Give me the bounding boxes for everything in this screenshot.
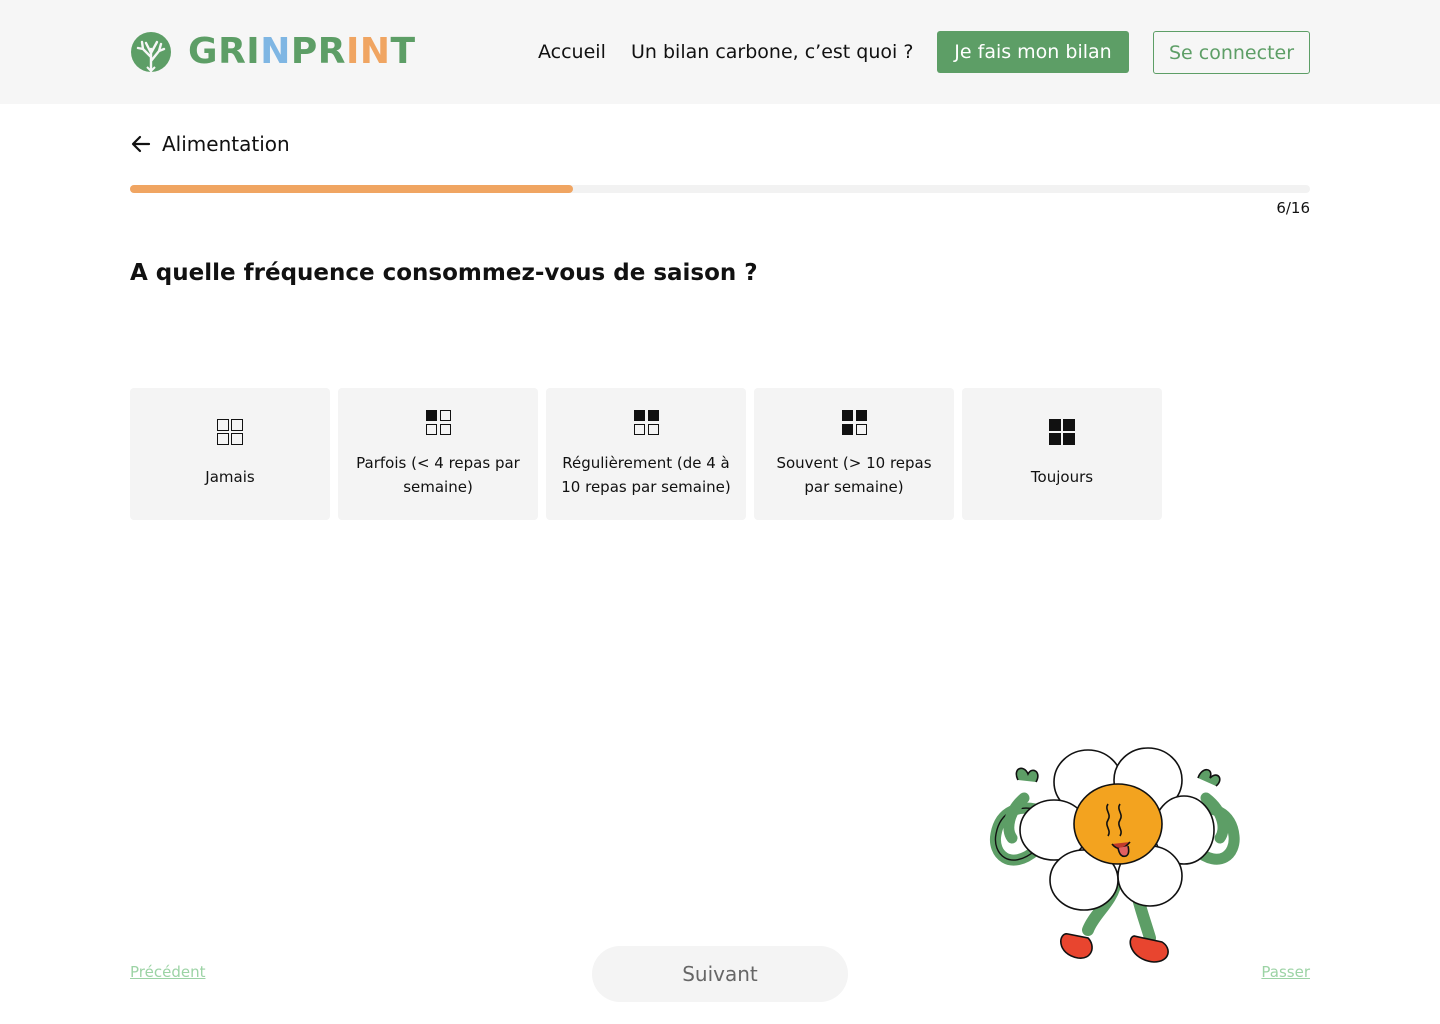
- answer-options: Jamais Parfois (< 4 repas par semaine) Rég…: [130, 388, 1162, 520]
- arrow-left-icon: [131, 135, 151, 153]
- progress-bar-fill: [130, 185, 573, 193]
- start-assessment-button[interactable]: Je fais mon bilan: [937, 31, 1129, 73]
- answer-option-label: Jamais: [205, 468, 255, 486]
- brand-letter: I: [345, 31, 360, 72]
- brand-letter: G: [188, 31, 219, 72]
- grid-quarter-icon: [425, 409, 451, 435]
- tree-leaf-icon: [131, 32, 171, 73]
- brand-letter: T: [390, 31, 416, 72]
- answer-option-1[interactable]: Parfois (< 4 repas par semaine): [338, 388, 538, 520]
- grid-empty-icon: [217, 419, 243, 445]
- back-to-section-link[interactable]: Alimentation: [130, 130, 290, 158]
- progress-bar: [130, 185, 1310, 193]
- top-navigation-bar: GRINPRINT Accueil Un bilan carbone, c’es…: [0, 0, 1440, 104]
- nav-link-what-is-carbon-footprint[interactable]: Un bilan carbone, c’est quoi ?: [631, 30, 913, 74]
- progress-counter: 6/16: [1276, 199, 1310, 217]
- question-title: A quelle fréquence consommez-vous de sai…: [130, 260, 758, 286]
- grid-half-icon: [633, 409, 659, 435]
- answer-option-4[interactable]: Toujours: [962, 388, 1162, 520]
- grid-full-icon: [1049, 419, 1075, 445]
- answer-option-label: Toujours: [1030, 468, 1094, 486]
- answer-option-label: Souvent (> 10 repas par semaine): [776, 453, 932, 496]
- brand-wordmark: GRINPRINT: [188, 30, 416, 74]
- next-button[interactable]: Suivant: [592, 946, 848, 1002]
- brand-letter: N: [260, 31, 291, 72]
- brand-letter: P: [290, 31, 318, 72]
- brand-letter: R: [218, 31, 247, 72]
- daisy-mascot-icon: [989, 747, 1240, 963]
- brand-letter: N: [359, 31, 391, 72]
- skip-link[interactable]: Passer: [1261, 963, 1310, 981]
- answer-option-label: Parfois (< 4 repas par semaine): [356, 453, 520, 496]
- brand-letter: R: [317, 31, 346, 72]
- section-title: Alimentation: [162, 132, 290, 156]
- answer-option-3[interactable]: Souvent (> 10 repas par semaine): [754, 388, 954, 520]
- login-button[interactable]: Se connecter: [1153, 31, 1310, 74]
- answer-option-label: Régulièrement (de 4 à 10 repas par semai…: [561, 453, 731, 496]
- answer-option-2[interactable]: Régulièrement (de 4 à 10 repas par semai…: [546, 388, 746, 520]
- nav-link-home[interactable]: Accueil: [538, 30, 606, 74]
- brand-letter: I: [246, 31, 261, 72]
- grid-three-quarter-icon: [841, 409, 867, 435]
- previous-link[interactable]: Précédent: [130, 963, 205, 981]
- brand-logo[interactable]: GRINPRINT: [130, 30, 416, 74]
- answer-option-0[interactable]: Jamais: [130, 388, 330, 520]
